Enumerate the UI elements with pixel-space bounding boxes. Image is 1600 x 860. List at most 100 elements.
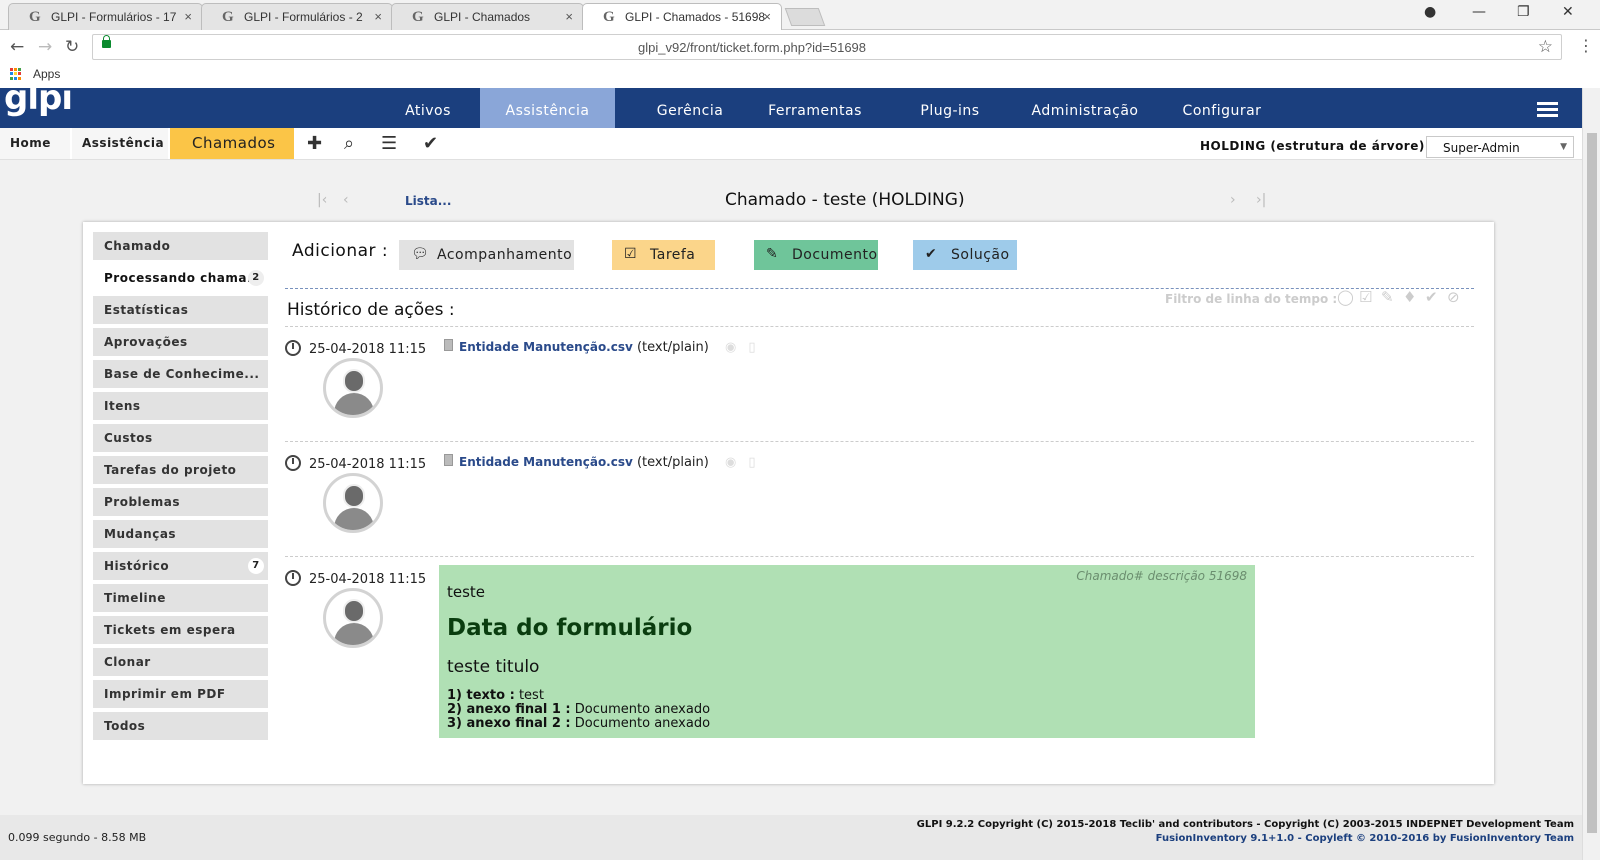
sidebar-item[interactable]: Tarefas do projeto (93, 456, 268, 484)
avatar (323, 588, 383, 648)
minimize-icon[interactable]: — (1472, 4, 1486, 20)
reload-icon[interactable]: ↻ (65, 37, 79, 57)
profile-select[interactable]: Super-Admin ▼ (1426, 136, 1574, 158)
browser-tab-chamados[interactable]: G GLPI - Chamados × (391, 3, 584, 30)
document-link[interactable]: Entidade Manutenção.csv (459, 455, 633, 469)
sidebar-item[interactable]: Itens (93, 392, 268, 420)
add-label: Adicionar : (292, 241, 389, 261)
list-icon[interactable]: ☰ (381, 133, 397, 154)
sidebar-item[interactable]: Base de Conhecime... (93, 360, 268, 388)
sidebar-item[interactable]: Clonar (93, 648, 268, 676)
forward-icon[interactable]: → (38, 37, 52, 57)
glpi-copyright[interactable]: GLPI 9.2.2 Copyright (C) 2015-2018 Tecli… (917, 818, 1574, 832)
sidebar-item[interactable]: Tickets em espera (93, 616, 268, 644)
close-tab-icon[interactable]: × (184, 9, 192, 24)
menu-ativos[interactable]: Ativos (382, 88, 474, 128)
menu-assistencia[interactable]: Assistência (480, 88, 615, 128)
sidebar-item[interactable]: Problemas (93, 488, 268, 516)
eye-icon[interactable]: ◉ (725, 340, 736, 355)
description-text: teste (447, 583, 486, 601)
menu-plugins[interactable]: Plug-ins (905, 88, 995, 128)
answer-value: Documento anexado (574, 716, 711, 731)
menu-gerencia[interactable]: Gerência (640, 88, 740, 128)
sidebar-item-label: Tarefas do projeto (104, 463, 237, 477)
breadcrumb-assistencia[interactable]: Assistência (72, 128, 168, 159)
entry-time-text: 25-04-2018 11:15 (309, 457, 427, 472)
apps-dot (18, 72, 21, 76)
validation-icon[interactable]: ✔ (423, 133, 438, 154)
hamburger-menu-icon[interactable] (1537, 102, 1558, 117)
next-icon[interactable]: › (1230, 192, 1236, 208)
avatar (323, 473, 383, 533)
entry-timestamp: 25-04-2018 11:15 (285, 570, 426, 587)
close-tab-icon[interactable]: × (374, 9, 382, 24)
eye-icon[interactable]: ◉ (725, 455, 736, 470)
document-link[interactable]: Entidade Manutenção.csv (459, 340, 633, 354)
sidebar-item[interactable]: Estatísticas (93, 296, 268, 324)
sidebar-item[interactable]: Timeline (93, 584, 268, 612)
scrollbar-thumb[interactable] (1587, 133, 1597, 833)
sidebar-item[interactable]: Processando chama... 2 (93, 264, 268, 292)
close-window-icon[interactable]: ✕ (1562, 4, 1574, 20)
profile-icon[interactable]: ● (1424, 4, 1436, 20)
sidebar-item[interactable]: Histórico 7 (93, 552, 268, 580)
form-answer: 3) anexo final 2 : Documento anexado (447, 717, 710, 731)
fusion-copyright[interactable]: FusionInventory 9.1+1.0 - Copyleft © 201… (917, 832, 1574, 846)
sidebar-item-label: Problemas (104, 495, 181, 509)
speech-bubble-icon: 💬︎ (411, 246, 430, 262)
url-input[interactable]: glpi_v92/front/ticket.form.php?id=51698 … (92, 34, 1562, 60)
filter-task-icon[interactable]: ☑ (1359, 288, 1372, 306)
filter-document-icon[interactable]: ✎ (1381, 288, 1394, 306)
entity-selector[interactable]: HOLDING (estrutura de árvore) (1200, 139, 1425, 153)
sidebar-item[interactable]: Todos (93, 712, 268, 740)
entry-timestamp: 25-04-2018 11:15 (285, 340, 426, 357)
sidebar-item[interactable]: Chamado (93, 232, 268, 260)
menu-administracao[interactable]: Administração (1025, 88, 1145, 128)
filter-approval-icon[interactable]: ♦ (1403, 288, 1416, 306)
ticket-panel: Chamado Processando chama... 2 Estatísticas… (83, 222, 1494, 784)
browser-tab-chamados-51698[interactable]: G GLPI - Chamados - 51698 × (582, 3, 782, 31)
bookmark-star-icon[interactable]: ☆ (1538, 37, 1553, 57)
sidebar-item-label: Aprovações (104, 335, 188, 349)
close-tab-icon[interactable]: × (763, 9, 771, 24)
last-page-icon[interactable]: ›| (1256, 192, 1266, 208)
breadcrumb-chamados[interactable]: Chamados (170, 128, 294, 159)
entry-time-text: 25-04-2018 11:15 (309, 342, 427, 357)
browser-tab-formularios-17[interactable]: G GLPI - Formulários - 17 × (8, 3, 203, 30)
first-page-icon[interactable]: |‹ (317, 192, 327, 208)
filter-followup-icon[interactable]: ◯ (1337, 288, 1354, 306)
add-task-button[interactable]: ☑ Tarefa (612, 240, 715, 270)
sidebar-item[interactable]: Mudanças (93, 520, 268, 548)
entry-time-text: 25-04-2018 11:15 (309, 572, 427, 587)
sidebar-item[interactable]: Custos (93, 424, 268, 452)
sidebar-item[interactable]: Aprovações (93, 328, 268, 356)
filter-reset-icon[interactable]: ⊘ (1447, 288, 1460, 306)
divider (285, 556, 1474, 557)
add-solution-button[interactable]: ✔ Solução (913, 240, 1017, 270)
add-document-button[interactable]: ✎ Documento (754, 240, 878, 270)
browser-menu-icon[interactable]: ⋮ (1578, 36, 1594, 55)
previous-icon[interactable]: ‹ (343, 192, 349, 208)
list-link[interactable]: Lista... (405, 194, 451, 208)
close-tab-icon[interactable]: × (565, 9, 573, 24)
back-icon[interactable]: ← (10, 37, 24, 57)
menu-ferramentas[interactable]: Ferramentas (760, 88, 870, 128)
restore-icon[interactable]: ❐ (1517, 4, 1530, 20)
add-icon[interactable]: ✚ (307, 133, 322, 154)
browser-tab-formularios-2[interactable]: G GLPI - Formulários - 2 × (201, 3, 393, 30)
breadcrumb-home[interactable]: Home (0, 128, 70, 159)
filter-solution-icon[interactable]: ✔ (1425, 288, 1438, 306)
menu-configurar[interactable]: Configurar (1172, 88, 1272, 128)
solution-label: Solução (951, 247, 1010, 263)
trash-icon[interactable]: ▯ (748, 340, 755, 355)
glpi-logo[interactable]: glpi (4, 78, 73, 118)
add-followup-button[interactable]: 💬︎ Acompanhamento (399, 240, 574, 270)
sidebar-item[interactable]: Imprimir em PDF (93, 680, 268, 708)
search-icon[interactable]: ⌕ (344, 133, 354, 154)
new-tab-button[interactable] (784, 8, 826, 26)
check-icon: ✔ (925, 246, 938, 262)
trash-icon[interactable]: ▯ (748, 455, 755, 470)
vertical-scrollbar[interactable] (1582, 88, 1600, 860)
timeline-filter-label: Filtro de linha do tempo : (1165, 292, 1338, 306)
document-type: (text/plain) (636, 455, 709, 470)
